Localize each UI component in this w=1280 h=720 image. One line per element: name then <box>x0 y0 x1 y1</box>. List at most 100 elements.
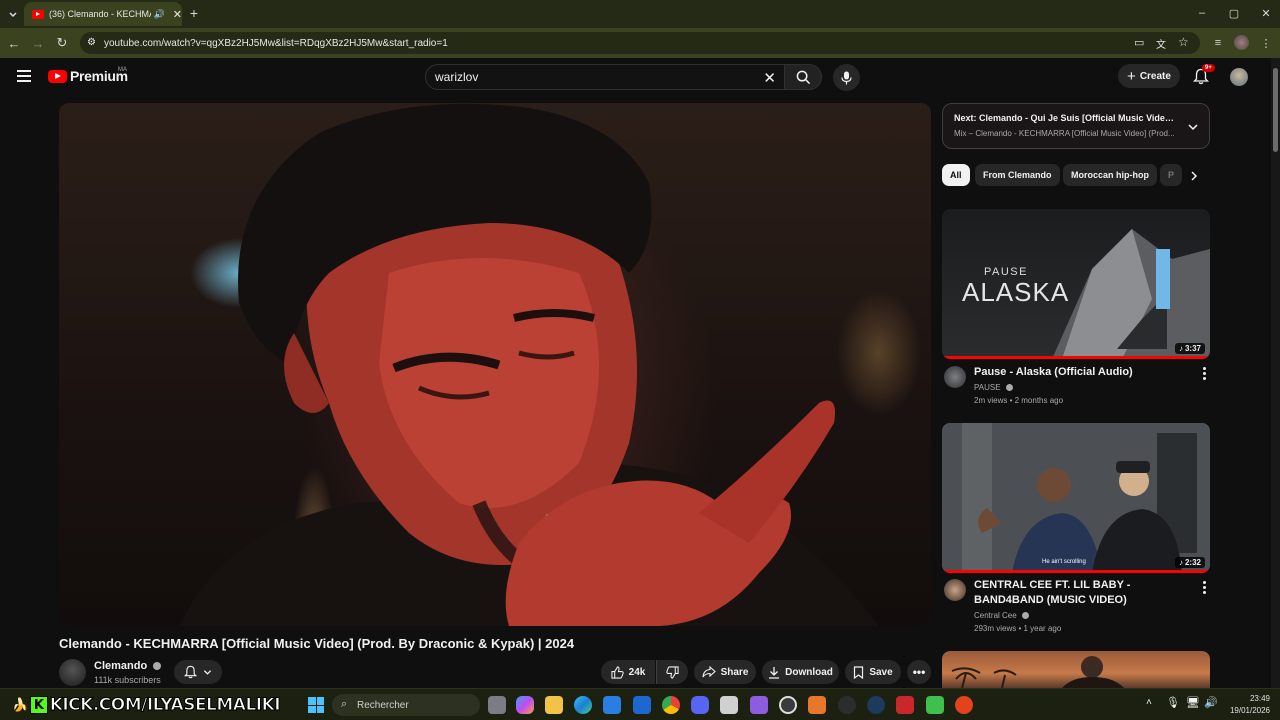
save-button[interactable]: Save <box>845 660 901 684</box>
chrome-icon[interactable] <box>662 696 680 714</box>
more-actions-button[interactable]: ••• <box>907 660 931 684</box>
reading-list-icon[interactable]: ≡ <box>1210 35 1226 51</box>
account-avatar[interactable] <box>1230 68 1248 86</box>
clear-search-icon[interactable]: ✕ <box>763 69 776 87</box>
close-tab-icon[interactable]: ✕ <box>173 8 182 21</box>
youtube-premium-logo[interactable]: Premium <box>48 68 128 84</box>
more-options-icon[interactable] <box>1198 579 1210 595</box>
network-icon[interactable]: 🖥 <box>1186 696 1200 709</box>
verified-icon <box>1021 612 1029 620</box>
edge-browser-icon[interactable] <box>574 696 592 714</box>
duration-badge: ♪ 2:32 <box>1174 557 1205 568</box>
translate-icon[interactable]: 文 <box>1156 36 1166 51</box>
channel-name-text: Clemando <box>94 660 148 672</box>
app-icon[interactable] <box>720 696 738 714</box>
minimize-window-button[interactable]: – <box>1194 5 1210 21</box>
browser-tab-bar: (36) Clemando - KECHMARRA 🔊 ✕ + – ▢ ✕ <box>0 0 1280 28</box>
microphone-icon[interactable]: 🎙 <box>1166 696 1180 709</box>
browser-tab[interactable]: (36) Clemando - KECHMARRA 🔊 ✕ <box>24 2 182 26</box>
chip-partial[interactable]: P <box>1160 164 1182 186</box>
recommendation-channel[interactable]: Central Cee <box>974 611 1029 620</box>
recommendation-title[interactable]: CENTRAL CEE FT. LIL BABY - BAND4BAND (MU… <box>974 578 1186 608</box>
bell-icon <box>184 665 197 679</box>
notifications-button[interactable]: 9+ <box>1193 64 1215 86</box>
close-window-button[interactable]: ✕ <box>1258 5 1274 21</box>
chip-from-channel[interactable]: From Clemando <box>975 164 1060 186</box>
show-hidden-icons-icon[interactable]: ˄ <box>1146 697 1152 708</box>
system-clock[interactable]: 23:49 19/01/2026 <box>1222 693 1270 717</box>
site-info-icon[interactable]: ⚙ <box>87 37 96 48</box>
more-options-icon[interactable] <box>1198 365 1210 381</box>
volume-icon[interactable]: 🔊 <box>1204 696 1218 709</box>
recommendation-channel[interactable]: PAUSE <box>974 383 1013 392</box>
up-next-title: Next: Clemando - Qui Je Suis [Official M… <box>954 113 1179 123</box>
channel-name[interactable]: Clemando <box>94 660 162 672</box>
chip-all[interactable]: All <box>942 164 970 186</box>
microsoft-store-icon[interactable] <box>603 696 621 714</box>
video-thumbnail[interactable] <box>942 651 1210 688</box>
tab-list-icon[interactable] <box>5 6 21 22</box>
up-next-panel[interactable]: Next: Clemando - Qui Je Suis [Official M… <box>942 103 1210 149</box>
recommendation-title[interactable]: Pause - Alaska (Official Audio) <box>974 365 1186 380</box>
download-button[interactable]: Download <box>762 660 839 684</box>
bookmark-star-icon[interactable]: ☆ <box>1178 35 1189 49</box>
page-scrollbar[interactable] <box>1271 58 1280 688</box>
browser-menu-icon[interactable]: ⋮ <box>1258 35 1274 51</box>
start-button[interactable] <box>308 697 324 713</box>
watched-progress-bar <box>942 356 1210 359</box>
thumbnail-caption: He ain't scrolling <box>1042 559 1086 565</box>
chevron-right-icon[interactable] <box>1188 170 1200 182</box>
video-player[interactable] <box>59 103 931 626</box>
video-thumbnail[interactable]: PAUSE ALASKA ♪ 3:37 <box>942 209 1210 359</box>
kick-logo-icon: K <box>29 696 48 714</box>
dislike-button[interactable] <box>656 660 688 684</box>
scrollbar-thumb[interactable] <box>1273 68 1278 152</box>
youtube-logo-icon <box>48 69 67 83</box>
file-explorer-icon[interactable] <box>545 696 563 714</box>
subscription-notifications-button[interactable] <box>174 660 222 684</box>
discord-icon[interactable] <box>691 696 709 714</box>
profile-avatar[interactable] <box>1234 35 1249 50</box>
copilot-icon[interactable] <box>516 696 534 714</box>
obs-icon[interactable] <box>779 696 797 714</box>
verified-icon <box>1005 384 1013 392</box>
chevron-down-icon[interactable] <box>1187 121 1199 133</box>
cast-icon[interactable]: ▭ <box>1134 36 1144 49</box>
voice-search-button[interactable] <box>833 64 860 91</box>
chip-moroccan-hip-hop[interactable]: Moroccan hip-hop <box>1063 164 1157 186</box>
back-button[interactable]: ← <box>6 35 22 51</box>
clock-time: 23:49 <box>1249 694 1270 703</box>
recommendation-meta: 2m views • 2 months ago <box>974 396 1064 405</box>
channel-avatar[interactable] <box>944 579 966 601</box>
channel-avatar[interactable] <box>59 659 86 686</box>
address-bar[interactable]: ⚙ youtube.com/watch?v=qgXBz2HJ5Mw&list=R… <box>80 32 1200 54</box>
like-button[interactable]: 24k <box>601 660 655 684</box>
steam-icon[interactable] <box>867 696 885 714</box>
task-view-icon[interactable] <box>488 696 506 714</box>
share-button[interactable]: Share <box>694 660 756 684</box>
duration-text: 3:37 <box>1184 344 1201 353</box>
speaker-icon[interactable]: 🔊 <box>154 9 165 20</box>
video-thumbnail[interactable]: He ain't scrolling ♪ 2:32 <box>942 423 1210 573</box>
restore-window-button[interactable]: ▢ <box>1226 5 1242 21</box>
search-button[interactable] <box>784 64 822 90</box>
video-title: Clemando - KECHMARRA [Official Music Vid… <box>59 636 575 651</box>
hamburger-menu-icon[interactable] <box>17 70 31 82</box>
app-icon[interactable] <box>926 696 944 714</box>
mail-icon[interactable] <box>633 696 651 714</box>
search-icon: ⌕ <box>341 698 348 710</box>
app-icon[interactable] <box>808 696 826 714</box>
search-input[interactable]: warizlov ✕ <box>425 64 785 90</box>
forward-button[interactable]: → <box>30 35 46 51</box>
channel-avatar[interactable] <box>944 366 966 388</box>
search-placeholder: Rechercher <box>357 699 409 711</box>
create-button[interactable]: + Create <box>1118 64 1180 88</box>
taskbar-search[interactable]: ⌕ Rechercher <box>332 694 480 716</box>
app-icon[interactable] <box>955 696 973 714</box>
up-next-mix-name: Mix – Clemando - KECHMARRA [Official Mus… <box>954 129 1175 138</box>
gamepad-icon[interactable] <box>750 696 768 714</box>
reload-button[interactable]: ↻ <box>54 35 70 51</box>
app-icon[interactable] <box>838 696 856 714</box>
new-tab-button[interactable]: + <box>186 5 202 21</box>
app-icon[interactable] <box>896 696 914 714</box>
